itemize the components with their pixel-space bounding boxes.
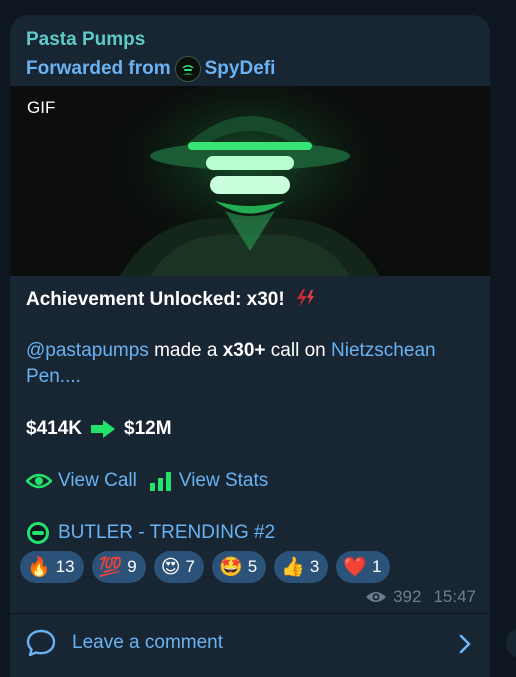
butler-logo-icon — [26, 521, 50, 545]
heart-eyes-icon: 😍 — [160, 556, 181, 578]
reaction-heart[interactable]: ❤️ 1 — [336, 551, 391, 583]
reaction-count: 9 — [127, 557, 137, 576]
heart-icon: ❤️ — [343, 556, 367, 578]
reaction-count: 3 — [309, 557, 320, 576]
forwarded-source: SpyDefi — [204, 58, 276, 79]
call-on-text: call on — [265, 340, 332, 361]
spy-figure-image — [10, 86, 490, 276]
leave-comment-button[interactable]: Leave a comment — [26, 629, 223, 657]
reaction-count: 7 — [185, 557, 196, 576]
reaction-fire[interactable]: 🔥 13 — [20, 551, 84, 583]
star-struck-icon: 🤩 — [219, 556, 243, 578]
channel-name[interactable]: Pasta Pumps — [26, 29, 145, 51]
reaction-star-struck[interactable]: 🤩 5 — [212, 551, 267, 583]
reaction-count: 5 — [247, 557, 258, 576]
price-from: $414K — [26, 418, 82, 439]
message-meta: 392 15:47 — [365, 587, 476, 607]
made-a-text: made a — [148, 340, 223, 361]
token-link[interactable]: Nietzschean — [331, 340, 436, 361]
action-links: View Call View Stats — [26, 470, 268, 492]
gif-label: GIF — [27, 98, 56, 117]
leave-comment-label: Leave a comment — [72, 632, 224, 653]
price-to: $12M — [124, 418, 172, 439]
view-stats-link[interactable]: View Stats — [179, 470, 268, 492]
heading-text: Achievement Unlocked: x30! — [26, 289, 285, 310]
arrow-right-icon — [90, 419, 116, 439]
comment-bubble-icon — [26, 629, 56, 657]
user-mention-link[interactable]: @pastapumps — [26, 340, 149, 361]
reaction-count: 13 — [55, 557, 75, 576]
views-icon — [365, 590, 387, 604]
price-line: $414K $12M — [26, 418, 172, 440]
call-line-1: @pastapumps made a x30+ call on Nietzsch… — [26, 340, 436, 362]
gif-media[interactable]: GIF — [10, 86, 490, 276]
thumbs-up-icon: 👍 — [281, 556, 305, 578]
message-bubble: Pasta Pumps Forwarded from SpyDefi GIF A… — [10, 15, 490, 677]
call-line-2: Pen.... — [26, 366, 81, 388]
reaction-count: 1 — [371, 557, 382, 576]
trending-line: BUTLER - TRENDING #2 — [26, 521, 275, 545]
message-time: 15:47 — [433, 587, 476, 606]
spy-avatar-icon — [174, 56, 201, 82]
divider — [10, 613, 490, 614]
multiplier-text: x30+ — [222, 340, 266, 361]
forwarded-prefix: Forwarded from — [26, 58, 171, 79]
lightning-icon — [294, 288, 316, 314]
chevron-right-icon[interactable] — [458, 633, 472, 660]
fire-icon: 🔥 — [27, 556, 51, 578]
views-count: 392 — [393, 587, 422, 606]
hundred-points-icon: 💯 — [98, 556, 123, 578]
reaction-heart-eyes[interactable]: 😍 7 — [153, 551, 205, 583]
forwarded-header[interactable]: Forwarded from SpyDefi — [26, 56, 275, 82]
reactions-bar: 🔥 13 💯 9 😍 7 🤩 5 👍 3 ❤️ 1 — [20, 551, 391, 583]
view-call-link[interactable]: View Call — [58, 470, 137, 492]
achievement-heading: Achievement Unlocked: x30! — [26, 288, 316, 314]
trending-link[interactable]: BUTLER - TRENDING #2 — [58, 522, 275, 544]
eye-icon — [26, 472, 52, 490]
reaction-hundred[interactable]: 💯 9 — [91, 551, 146, 583]
side-button[interactable] — [506, 628, 516, 658]
token-link-continued[interactable]: Pen.... — [26, 366, 81, 387]
reaction-thumbs-up[interactable]: 👍 3 — [274, 551, 329, 583]
bar-chart-icon — [149, 471, 173, 491]
